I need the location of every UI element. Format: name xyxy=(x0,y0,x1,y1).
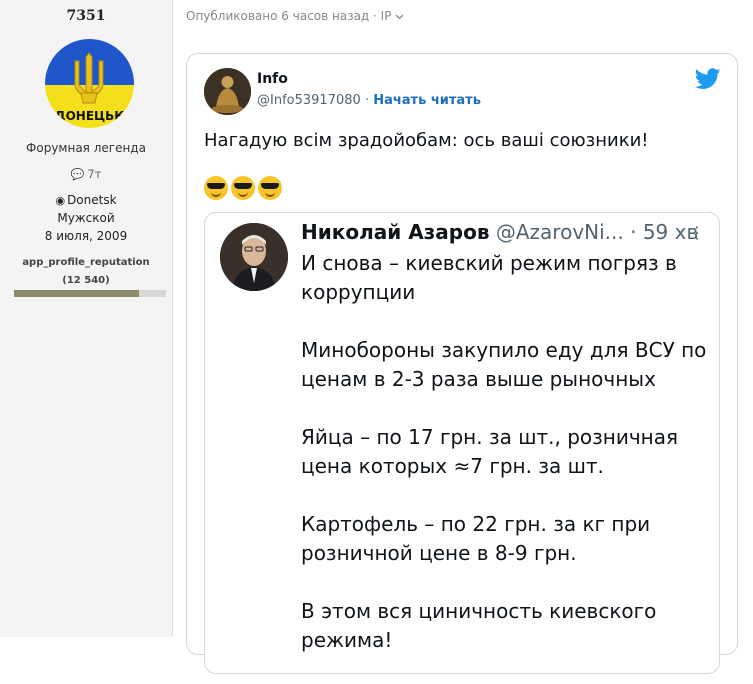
avatar-caption: ДОНЕЦЬК xyxy=(54,109,125,123)
post-meta: Опубликовано 6 часов назад · IP xyxy=(186,9,404,23)
reputation-value: (12 540) xyxy=(62,275,110,286)
map-marker-icon: ◉ xyxy=(55,194,66,207)
message-count-value: 7т xyxy=(87,167,102,181)
quoted-paragraph: Картофель – по 22 грн. за кг при розничн… xyxy=(301,512,651,565)
quoted-paragraph: Минобороны закупило еду для ВСУ по ценам… xyxy=(301,338,707,391)
quoted-header: Николай Азаров @AzarovNi... · 59 хв xyxy=(301,220,698,244)
reputation-label: app_profile_reputation xyxy=(22,257,150,268)
quoted-paragraph: Яйца – по 17 грн. за шт., розничная цена… xyxy=(301,425,679,478)
user-location: ◉ Donetsk xyxy=(0,193,172,207)
user-gender: Мужской xyxy=(57,211,115,225)
tweet-author-handle-row: @Info53917080 · Начать читать xyxy=(257,93,481,108)
quoted-text: И снова – киевский режим погряз в корруп… xyxy=(301,249,711,684)
quoted-author-handle[interactable]: @AzarovNi... xyxy=(496,220,624,244)
user-location-value: Donetsk xyxy=(67,193,117,207)
quoted-paragraph: В этом вся циничность киевского режима! xyxy=(301,599,657,652)
sunglasses-emoji-icon xyxy=(258,175,282,200)
message-count[interactable]: 💬 7т xyxy=(0,167,172,181)
quoted-author-avatar[interactable] xyxy=(220,223,288,291)
join-date: 8 июля, 2009 xyxy=(44,229,128,243)
chevron-down-icon[interactable] xyxy=(395,14,404,20)
post-meta-text[interactable]: Опубликовано 6 часов назад · IP xyxy=(186,9,391,23)
quoted-separator: · xyxy=(630,220,637,244)
follow-link[interactable]: Начать читать xyxy=(373,93,481,108)
sunglasses-emoji-icon xyxy=(231,175,255,200)
username[interactable]: 7351 xyxy=(0,8,172,24)
more-options-icon[interactable]: ⋮ xyxy=(689,223,705,242)
user-role: Форумная легенда xyxy=(26,141,146,155)
embedded-tweet[interactable]: Info @Info53917080 · Начать читать Нагад… xyxy=(186,53,738,674)
buddha-statue-icon xyxy=(204,68,251,115)
sunglasses-emoji-icon xyxy=(204,175,228,200)
tweet-text: Нагадую всім зрадойобам: ось ваші союзни… xyxy=(204,130,649,151)
tweet-author-name[interactable]: Info xyxy=(257,71,288,87)
tweet-emoji-row xyxy=(204,174,285,200)
twitter-bird-icon[interactable] xyxy=(695,68,721,90)
handle-separator: · xyxy=(364,93,370,108)
tweet-author-handle[interactable]: @Info53917080 xyxy=(257,93,361,108)
person-portrait-icon xyxy=(220,223,288,291)
quoted-paragraph: И снова – киевский режим погряз в корруп… xyxy=(301,251,677,304)
quoted-author-name[interactable]: Николай Азаров xyxy=(301,220,490,244)
comment-icon: 💬 xyxy=(70,168,85,181)
user-profile-panel: 7351 ДОНЕЦЬК Форумная легенда 💬 7т ◉ Donet… xyxy=(0,0,173,637)
reputation-bar-fill xyxy=(14,290,139,297)
avatar[interactable]: ДОНЕЦЬК xyxy=(45,39,134,128)
reputation-bar xyxy=(14,290,166,297)
quoted-tweet[interactable]: Николай Азаров @AzarovNi... · 59 хв ⋮ И … xyxy=(204,212,720,674)
tweet-author-avatar[interactable] xyxy=(204,68,251,115)
